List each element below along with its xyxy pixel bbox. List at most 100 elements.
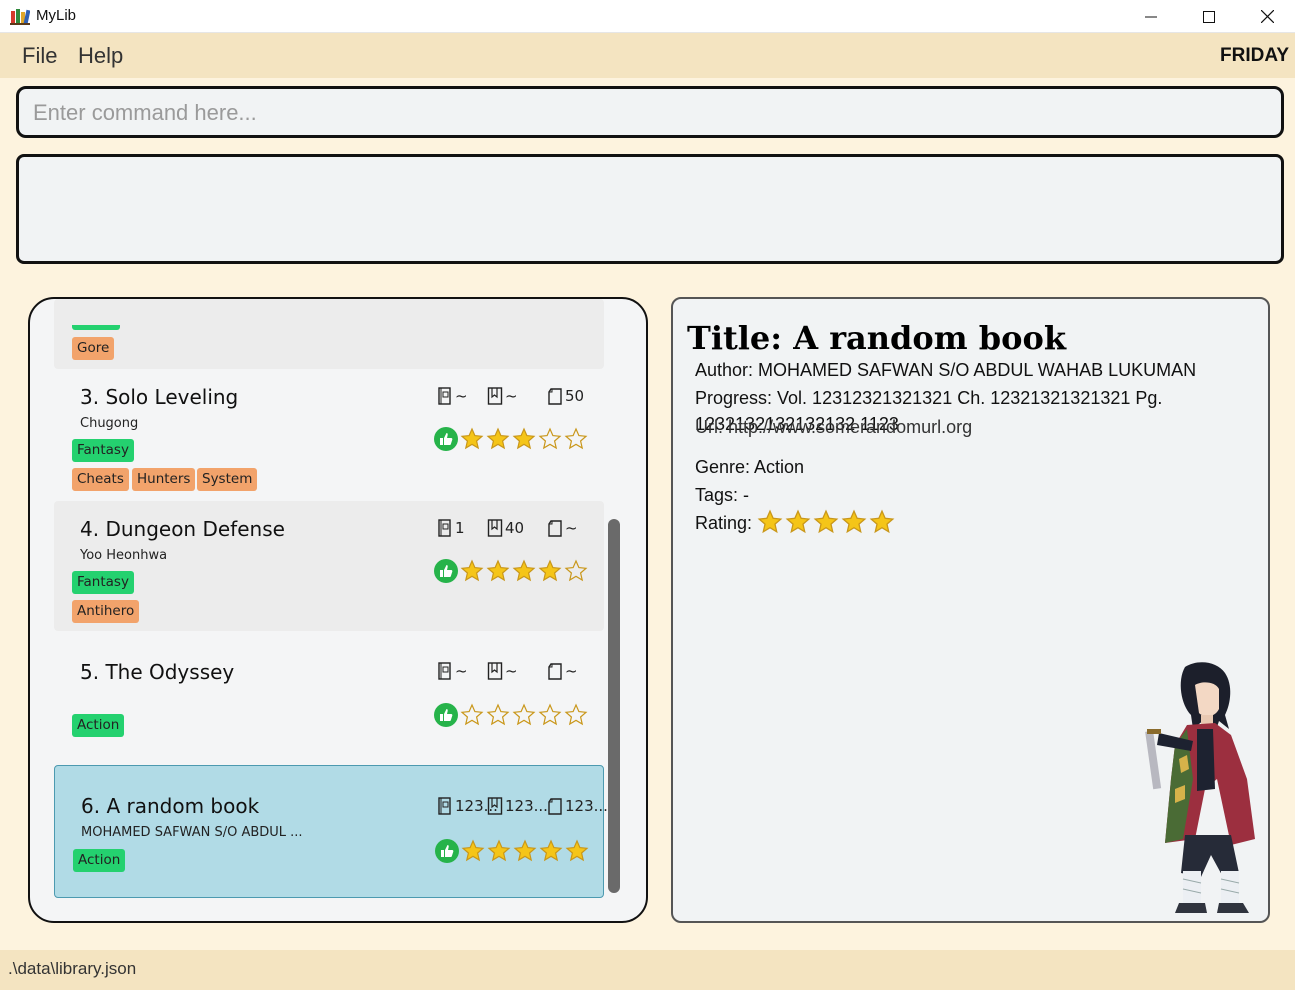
maximize-icon [1203,10,1215,23]
list-item-a-random-book[interactable]: 6. A random book MOHAMED SAFWAN S/O ABDU… [54,765,608,898]
command-box [16,86,1284,138]
list-item-partial[interactable]: Gore [54,299,604,369]
page-icon [547,387,563,405]
character-illustration [1145,662,1255,913]
book-list-panel: Gore 3. Solo Leveling Chugong Fantasy Ch… [28,297,648,923]
star-filled-icon [538,559,562,582]
list-item-dungeon-defense[interactable]: 4. Dungeon Defense Yoo Heonhwa Fantasy A… [54,501,604,631]
star-empty-icon [538,703,562,726]
minimize-button[interactable] [1122,0,1180,33]
page-icon [547,797,563,815]
window-titlebar: MyLib [0,0,1295,33]
rating-row [434,427,588,451]
app-books-icon [10,9,30,25]
list-item-solo-leveling[interactable]: 3. Solo Leveling Chugong Fantasy Cheats … [54,369,604,499]
page-value: 123... [565,797,608,815]
rating-row [435,839,589,863]
tag-hunters: Hunters [132,468,196,491]
star-filled-icon [813,509,839,534]
detail-rating-label: Rating: [695,513,753,533]
chapter-icon [487,662,503,680]
star-filled-icon [460,427,484,450]
chapter-value: 123... [505,797,548,815]
chapter-progress: ~ [487,662,518,680]
star-empty-icon [538,427,562,450]
menu-bar: File Help FRIDAY [0,33,1295,78]
volume-value: ~ [455,387,468,405]
star-empty-icon [486,703,510,726]
star-filled-icon [539,839,563,862]
chapter-icon [487,519,503,537]
close-button[interactable] [1238,0,1295,33]
thumbs-up-icon [434,703,458,727]
tag-antihero: Antihero [72,600,140,623]
page-icon [547,662,563,680]
minimize-icon [1145,16,1157,17]
chapter-value: 40 [505,519,525,537]
star-filled-icon [841,509,867,534]
genre-tag: Fantasy [72,439,134,462]
detail-url[interactable]: Url: http://www.somerandomurl.org [695,417,972,438]
chapter-progress: ~ [487,387,518,405]
result-display [16,154,1284,264]
page-value: ~ [565,662,578,680]
menu-help[interactable]: Help [78,43,123,69]
page-value: ~ [565,519,578,537]
thumbs-up-icon [435,839,459,863]
star-empty-icon [564,703,588,726]
detail-genre: Genre: Action [695,457,805,477]
star-empty-icon [564,559,588,582]
chapter-value: ~ [505,662,518,680]
star-filled-icon [486,427,510,450]
star-filled-icon [487,839,511,862]
star-filled-icon [460,559,484,582]
volume-icon [437,519,453,537]
page-progress: 123... [547,797,608,815]
menu-file[interactable]: File [22,43,57,69]
star-filled-icon [461,839,485,862]
volume-icon [437,387,453,405]
page-progress: ~ [547,662,578,680]
star-filled-icon [757,509,783,534]
star-empty-icon [460,703,484,726]
star-filled-icon [565,839,589,862]
chapter-icon [487,797,503,815]
volume-value: ~ [455,662,468,680]
star-empty-icon [564,427,588,450]
list-scrollbar[interactable] [608,519,620,893]
window-title: MyLib [36,7,77,24]
book-author: MOHAMED SAFWAN S/O ABDUL ... [81,825,303,840]
star-filled-icon [512,427,536,450]
status-bar: .\data\library.json [0,950,1295,990]
book-detail-panel: Title: A random book Author: MOHAMED SAF… [671,297,1270,923]
volume-progress: ~ [437,387,468,405]
save-location: .\data\library.json [8,959,137,978]
list-item-the-odyssey[interactable]: 5. The Odyssey Action ~ ~ ~ [54,633,604,763]
star-filled-icon [513,839,537,862]
page-progress: ~ [547,519,578,537]
thumbs-up-icon [434,427,458,451]
detail-title: Title: A random book [687,319,1066,357]
detail-rating-stars [757,509,895,535]
volume-icon [437,662,453,680]
command-input[interactable] [33,99,1263,127]
rating-row [434,559,588,583]
book-list[interactable]: Gore 3. Solo Leveling Chugong Fantasy Ch… [30,299,646,921]
chapter-progress: 123... [487,797,548,815]
close-icon [1260,10,1274,23]
tag-cheats: Cheats [72,468,129,491]
tag-system: System [197,468,258,491]
detail-tags: Tags: - [695,485,750,505]
maximize-button[interactable] [1180,0,1238,33]
tag-gore: Gore [72,337,115,360]
star-filled-icon [512,559,536,582]
theme-label: FRIDAY [1220,45,1289,66]
rating-row [434,703,588,727]
volume-icon [437,797,453,815]
page-progress: 50 [547,387,584,405]
book-title: 4. Dungeon Defense [80,517,285,541]
page-icon [547,519,563,537]
page-value: 50 [565,387,585,405]
volume-progress: 1 [437,519,465,537]
book-title: 6. A random book [81,794,260,818]
